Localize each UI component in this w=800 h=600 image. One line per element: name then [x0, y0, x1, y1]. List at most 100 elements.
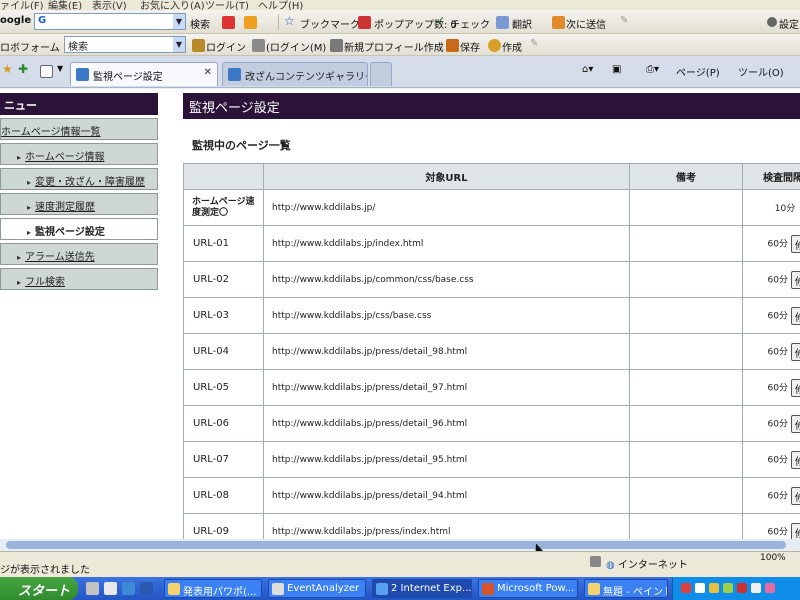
sidebar-item[interactable]: ホームページ情報一覧: [0, 118, 158, 140]
quicklaunch-desktop-icon[interactable]: [86, 582, 99, 595]
gear-icon[interactable]: [767, 17, 777, 27]
fix-button[interactable]: 修正: [791, 522, 800, 539]
menu-edit[interactable]: 編集(E): [48, 0, 82, 10]
settings-button[interactable]: 設定: [779, 16, 799, 31]
menu-view[interactable]: 表示(V): [92, 0, 127, 10]
tray-alert-icon[interactable]: [681, 583, 691, 593]
create-icon: [488, 39, 501, 52]
menu-tools[interactable]: ツール(T): [205, 0, 249, 10]
taskbar-item-internet-explorer[interactable]: 2 Internet Exp...: [372, 579, 472, 598]
main-content: 監視ページ設定 監視中のページ一覧 対象URL 備考 検査間隔 ホームページ速度…: [183, 93, 800, 539]
print-icon[interactable]: ⎙▾: [646, 64, 659, 75]
pagerank-icon[interactable]: [244, 16, 257, 29]
new-tab-button[interactable]: [370, 62, 392, 86]
taskbar-item-event-analyzer[interactable]: EventAnalyzer: [268, 579, 366, 598]
home-icon[interactable]: ⌂▾: [582, 64, 593, 75]
popup-blocker-icon: [358, 16, 371, 29]
row-note: [629, 261, 743, 298]
tray-ime-icon[interactable]: [765, 583, 775, 593]
sidebar-item[interactable]: ▸ 速度測定履歴: [0, 193, 158, 215]
fix-button[interactable]: 修正: [791, 450, 800, 469]
highlighter-icon[interactable]: ✎: [620, 15, 628, 26]
quicklaunch-ie-icon[interactable]: [104, 582, 117, 595]
sidebar-item[interactable]: ▸ フル検索: [0, 268, 158, 290]
sidebar-item[interactable]: ▸ ホームページ情報: [0, 143, 158, 165]
translate-button[interactable]: 翻訳: [512, 16, 532, 31]
favorites-star-icon[interactable]: ★: [2, 62, 13, 76]
tray-network-icon[interactable]: [695, 583, 705, 593]
send-to-button[interactable]: 次に送信: [566, 16, 606, 31]
spellcheck-icon: ✓: [436, 14, 446, 27]
tool-icon[interactable]: ✎: [530, 38, 538, 49]
check-button[interactable]: チェック: [450, 16, 490, 31]
scrollbar-thumb[interactable]: [6, 541, 786, 549]
login-m-icon: [252, 39, 265, 52]
google-search-button[interactable]: 検索: [190, 16, 210, 31]
login-button[interactable]: ログイン: [206, 39, 246, 54]
fix-button[interactable]: 修正: [791, 234, 800, 253]
row-id: URL-09: [183, 513, 264, 539]
table-row: URL-04 http://www.kddilabs.jp/press/detai…: [183, 333, 800, 370]
create-button[interactable]: 作成: [502, 39, 522, 54]
feed-icon[interactable]: ▣: [612, 64, 621, 75]
taskbar-item-paint[interactable]: 無題 - ペイント: [584, 579, 668, 598]
star-icon[interactable]: ☆: [284, 14, 295, 28]
new-profile-button[interactable]: 新規プロフィール作成: [344, 39, 444, 54]
fix-button[interactable]: 修正: [791, 414, 800, 433]
row-interval-cell: 10分: [742, 189, 800, 226]
quick-tabs-icon[interactable]: [40, 65, 53, 78]
tray-app-icon[interactable]: [723, 583, 733, 593]
paint-icon: [588, 583, 600, 595]
taskbar-item-powerpoint[interactable]: Microsoft Pow...: [478, 579, 578, 598]
roboform-search-value: 検索: [68, 42, 88, 53]
roboform-search-box[interactable]: 検索 ▼: [64, 36, 186, 53]
sidebar-item[interactable]: ▸ 監視ページ設定: [0, 218, 158, 240]
quicklaunch-folder-icon[interactable]: [140, 582, 153, 595]
tab-monitor-settings[interactable]: 監視ページ設定 ✕: [70, 62, 218, 86]
tray-misc-icon[interactable]: [751, 583, 761, 593]
fix-button[interactable]: 修正: [791, 378, 800, 397]
horizontal-scrollbar[interactable]: [0, 539, 800, 551]
tab-label: 監視ページ設定: [93, 72, 163, 83]
tray-security-icon[interactable]: [737, 583, 747, 593]
zone-label: インターネット: [617, 560, 688, 571]
tools-menu-button[interactable]: ツール(O): [738, 64, 784, 79]
row-interval-cell: 60分修正: [742, 225, 800, 262]
row-interval: 60分: [767, 239, 788, 249]
roboform-label[interactable]: ロボフォーム: [0, 39, 60, 54]
tab-list-chevron-icon[interactable]: ▼: [57, 64, 63, 73]
menu-help[interactable]: ヘルプ(H): [258, 0, 303, 10]
chevron-down-icon[interactable]: ▼: [173, 14, 185, 29]
login-m-button[interactable]: (ログイン(M): [266, 39, 326, 54]
start-button[interactable]: スタート: [0, 577, 78, 600]
tab-label: 改ざんコンテンツギャラリー ～ ...: [245, 72, 368, 83]
google-search-box[interactable]: G ▼: [34, 13, 186, 30]
save-button[interactable]: 保存: [460, 39, 480, 54]
fix-button[interactable]: 修正: [791, 342, 800, 361]
page-menu-button[interactable]: ページ(P): [676, 64, 720, 79]
chevron-down-icon[interactable]: ▼: [173, 37, 185, 52]
tray-volume-icon[interactable]: [709, 583, 719, 593]
menu-favorites[interactable]: お気に入り(A): [140, 0, 205, 10]
tab-gallery[interactable]: 改ざんコンテンツギャラリー ～ ...: [222, 62, 368, 86]
security-zone[interactable]: ◍ インターネット: [606, 556, 688, 571]
save-icon: [446, 39, 459, 52]
add-favorite-icon[interactable]: ✚: [18, 62, 28, 76]
menu-file[interactable]: ァイル(F): [0, 0, 44, 10]
taskbar-item-presentation[interactable]: 発表用パワポ(...: [164, 579, 262, 598]
sidebar-item[interactable]: ▸ アラーム送信先: [0, 243, 158, 265]
close-icon[interactable]: ✕: [204, 67, 212, 78]
row-url: http://www.kddilabs.jp/index.html: [263, 225, 630, 262]
quicklaunch-app-icon[interactable]: [122, 582, 135, 595]
sidebar-item[interactable]: ▸ 変更・改ざん・障害履歴: [0, 168, 158, 190]
news-icon[interactable]: [222, 16, 235, 29]
arrow-right-icon: ▸: [27, 178, 32, 187]
status-text: ジが表示されました: [0, 565, 90, 576]
bookmark-button[interactable]: ブックマーク: [300, 16, 360, 31]
fix-button[interactable]: 修正: [791, 486, 800, 505]
fix-button[interactable]: 修正: [791, 270, 800, 289]
row-id: URL-03: [183, 297, 264, 334]
fix-button[interactable]: 修正: [791, 306, 800, 325]
zoom-level[interactable]: 100%: [760, 553, 786, 563]
row-interval-cell: 60分修正: [742, 333, 800, 370]
